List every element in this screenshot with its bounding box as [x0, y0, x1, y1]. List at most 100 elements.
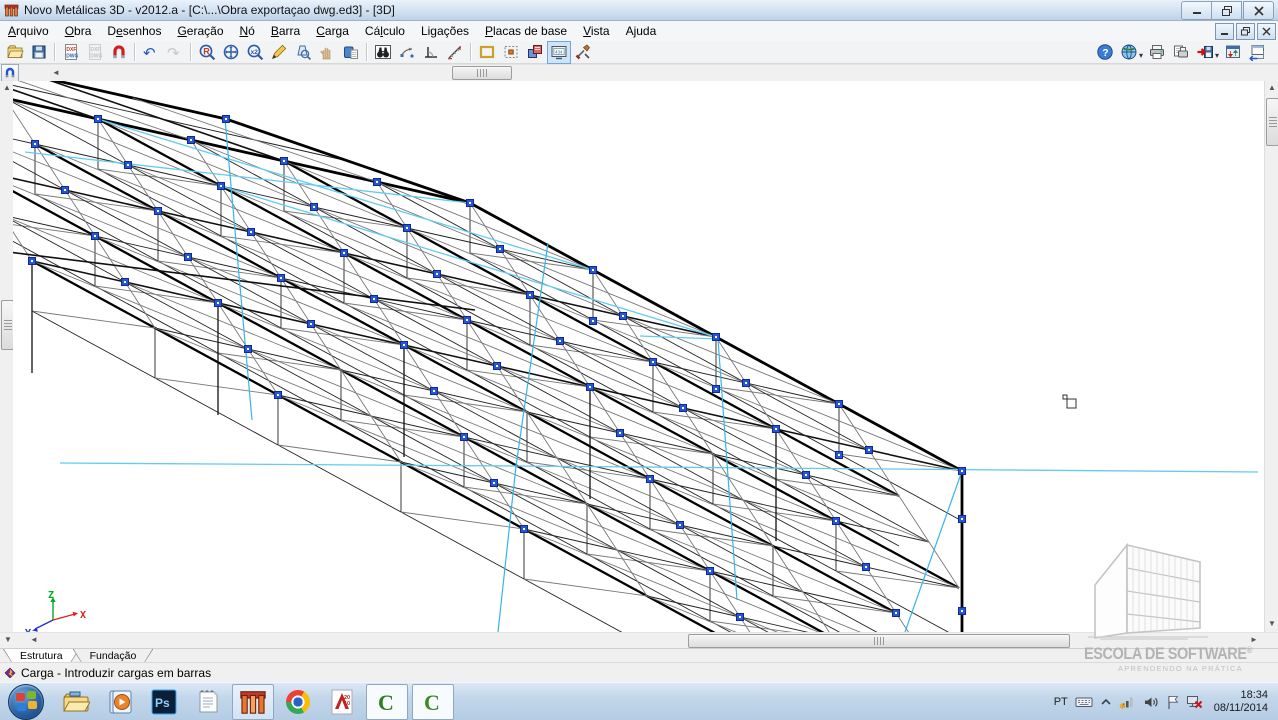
language-indicator[interactable]: PT: [1054, 696, 1068, 708]
tab-fundao[interactable]: Fundação: [73, 649, 154, 663]
svg-text:✱: ✱: [1119, 702, 1126, 710]
open-folder-icon[interactable]: [3, 41, 27, 64]
start-button[interactable]: [8, 684, 44, 720]
cone-magnifier-icon[interactable]: [291, 41, 315, 64]
menu-barra[interactable]: Barra: [263, 22, 308, 40]
media-player-icon[interactable]: [100, 685, 140, 719]
tools-icon[interactable]: [571, 41, 595, 64]
dxf-import-icon[interactable]: DXFDWG: [59, 41, 83, 64]
panel-arrows-icon[interactable]: [1221, 41, 1245, 64]
chrome-icon[interactable]: [278, 685, 318, 719]
scroll-thumb-top[interactable]: [452, 66, 512, 80]
undo-icon[interactable]: ↶: [139, 41, 163, 64]
network-signal-icon[interactable]: ✱: [1119, 694, 1136, 710]
speaker-icon[interactable]: [1143, 694, 1159, 710]
save-icon[interactable]: [27, 41, 51, 64]
close-button[interactable]: [1243, 1, 1274, 20]
screen-dimensions-icon[interactable]: 434: [547, 41, 571, 64]
photoshop-icon[interactable]: Ps: [144, 685, 184, 719]
restore-button[interactable]: [1211, 1, 1242, 20]
scroll-up-arrow-right[interactable]: ▲: [1268, 84, 1276, 92]
menu-ligaes[interactable]: Ligações: [413, 22, 477, 40]
window-switch-icon[interactable]: [1245, 41, 1269, 64]
svg-text:DXF: DXF: [66, 47, 76, 53]
mdi-minimize-button[interactable]: [1215, 23, 1234, 40]
zoom-region-icon[interactable]: R: [195, 41, 219, 64]
menu-ajuda[interactable]: Ajuda: [618, 22, 665, 40]
menu-vista[interactable]: Vista: [575, 22, 617, 40]
scroll-down-arrow-right[interactable]: ▼: [1268, 620, 1276, 628]
taskbar-clock[interactable]: 18:34 08/11/2014: [1214, 689, 1268, 715]
magnet-small-icon[interactable]: [1, 64, 19, 82]
rotate-scrollbar-left[interactable]: [0, 81, 14, 632]
minimize-button[interactable]: [1181, 1, 1212, 20]
scroll-down-arrow-left[interactable]: ▼: [4, 636, 12, 644]
menu-carga[interactable]: Carga: [308, 22, 357, 40]
svg-text:?: ?: [1102, 47, 1108, 59]
camtasia-icon[interactable]: C: [366, 684, 408, 720]
app-icon: [4, 3, 19, 18]
globe-icon[interactable]: [1117, 41, 1141, 64]
menu-n[interactable]: Nó: [232, 22, 263, 40]
scroll-thumb-bottom[interactable]: [688, 634, 1070, 648]
scroll-left-arrow-bottom[interactable]: ◄: [30, 636, 38, 644]
perpendicular-icon[interactable]: [419, 41, 443, 64]
model-canvas[interactable]: Z X Y: [13, 81, 1264, 632]
help-icon[interactable]: ?: [1093, 41, 1117, 64]
keyboard-icon[interactable]: [1075, 694, 1093, 710]
export-floppy-icon-dropdown[interactable]: ▾: [1215, 51, 1219, 60]
move-node-icon[interactable]: [395, 41, 419, 64]
rotate-scrollbar-right[interactable]: [1264, 81, 1278, 632]
zoom-pan-icon[interactable]: [219, 41, 243, 64]
action-flag-icon[interactable]: [1166, 694, 1179, 710]
application-window: Novo Metálicas 3D - v2012.a - [C:\...\Ob…: [0, 0, 1278, 720]
menu-gerao[interactable]: Geração: [169, 22, 231, 40]
zoom-x2-icon[interactable]: x2: [243, 41, 267, 64]
printer-icon[interactable]: [1145, 41, 1169, 64]
autocad-icon[interactable]: 2010: [322, 685, 362, 719]
binoculars-icon[interactable]: [371, 41, 395, 64]
svg-text:x2: x2: [251, 49, 259, 56]
network-error-icon[interactable]: [1186, 694, 1203, 710]
svg-text:R: R: [203, 46, 210, 56]
mdi-restore-button[interactable]: [1236, 23, 1255, 40]
menu-arquivo[interactable]: Arquivo: [0, 22, 57, 40]
camtasia2-icon[interactable]: C: [412, 684, 454, 720]
hand-pan-icon[interactable]: [315, 41, 339, 64]
menu-clculo[interactable]: Cálculo: [357, 22, 413, 40]
scroll-thumb-right[interactable]: [1266, 98, 1278, 146]
globe-icon-dropdown[interactable]: ▾: [1139, 51, 1143, 60]
menu-bar: ArquivoObraDesenhosGeraçãoNóBarraCargaCá…: [0, 21, 1278, 42]
tab-estrutura[interactable]: Estrutura: [3, 649, 80, 663]
load-book-icon: [3, 666, 17, 680]
axis-indicator: Z X Y: [25, 589, 95, 632]
metalicas-app-icon[interactable]: [232, 684, 274, 720]
frame-yellow-icon[interactable]: [475, 41, 499, 64]
redo-icon[interactable]: ↷: [163, 41, 187, 64]
status-text: Carga - Introduzir cargas em barras: [21, 666, 211, 680]
system-tray: PT ✱ 18:34 08/11/2014: [1054, 689, 1278, 715]
menu-obra[interactable]: Obra: [57, 22, 100, 40]
scroll-up-arrow-left[interactable]: ▲: [3, 84, 11, 92]
menu-placasdebase[interactable]: Placas de base: [477, 22, 575, 40]
title-bar[interactable]: Novo Metálicas 3D - v2012.a - [C:\...\Ob…: [0, 0, 1278, 21]
axis-x-label: X: [80, 610, 86, 621]
dxf-export-icon[interactable]: DXFDWG: [83, 41, 107, 64]
frame-dashed-icon[interactable]: [499, 41, 523, 64]
export-floppy-icon[interactable]: [1193, 41, 1217, 64]
menu-desenhos[interactable]: Desenhos: [99, 22, 169, 40]
edit-pencil-icon[interactable]: [267, 41, 291, 64]
hidden-icons-chevron[interactable]: [1100, 696, 1112, 708]
notepad-icon[interactable]: [188, 685, 228, 719]
scroll-right-arrow-bottom[interactable]: ►: [1250, 636, 1258, 644]
magnet-icon[interactable]: [107, 41, 131, 64]
scroll-left-arrow-top[interactable]: ◄: [52, 69, 60, 77]
camera-page-icon[interactable]: [339, 41, 363, 64]
print-preview-icon[interactable]: [1169, 41, 1193, 64]
layers-squares-icon[interactable]: [523, 41, 547, 64]
toolbar-separator: [190, 43, 192, 61]
svg-text:434: 434: [555, 49, 563, 54]
explorer-icon[interactable]: [56, 685, 96, 719]
mdi-close-button[interactable]: [1257, 23, 1276, 40]
measure-icon[interactable]: [443, 41, 467, 64]
